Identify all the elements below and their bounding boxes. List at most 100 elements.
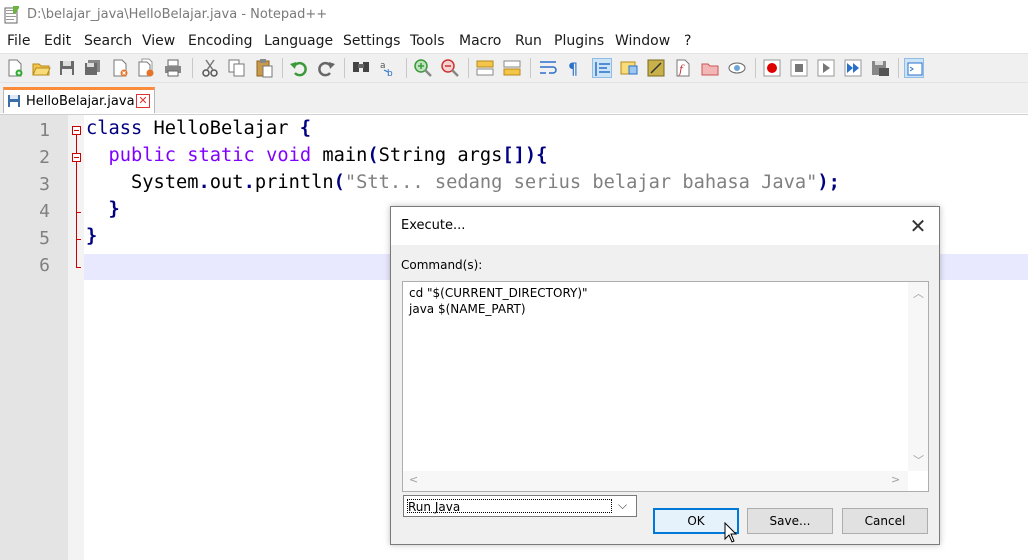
menu-file[interactable]: File: [7, 33, 30, 49]
execute-dialog: Execute... ✕ Command(s): cd "$(CURRENT_D…: [390, 206, 940, 545]
line-number: 2: [39, 147, 50, 168]
fold-toggle-icon[interactable]: [72, 153, 81, 162]
vertical-scrollbar[interactable]: ︿ ﹀: [908, 282, 928, 471]
menu-language[interactable]: Language: [264, 33, 333, 49]
scroll-up-icon[interactable]: ︿: [913, 285, 924, 301]
zoom-in-icon[interactable]: [413, 58, 433, 78]
code-line[interactable]: public static void main(String args[]){: [86, 145, 548, 166]
print-icon[interactable]: [163, 58, 183, 78]
menu-tools[interactable]: Tools: [410, 33, 445, 49]
save-all-icon[interactable]: [83, 58, 103, 78]
menu-help[interactable]: ?: [684, 33, 691, 49]
mouse-cursor-icon: [724, 522, 738, 543]
code-token: .: [198, 172, 210, 193]
redo-icon[interactable]: [316, 58, 336, 78]
saved-file-icon: [8, 95, 20, 107]
line-number-gutter: 1 2 3 4 5 6: [0, 115, 68, 560]
cut-icon[interactable]: [200, 58, 220, 78]
open-file-icon[interactable]: [31, 58, 51, 78]
play-macro-icon[interactable]: [816, 58, 836, 78]
stop-macro-icon[interactable]: [789, 58, 809, 78]
record-macro-icon[interactable]: [762, 58, 782, 78]
horizontal-scrollbar[interactable]: < >: [403, 471, 908, 491]
save-button[interactable]: Save...: [747, 508, 833, 534]
commands-textarea[interactable]: cd "$(CURRENT_DIRECTORY)" java $(NAME_PA…: [402, 281, 929, 492]
fold-toggle-icon[interactable]: [72, 126, 81, 135]
function-list-icon[interactable]: [646, 58, 666, 78]
tab-bar: HelloBelajar.java ✕: [0, 83, 1028, 113]
undo-icon[interactable]: [289, 58, 309, 78]
scroll-right-icon[interactable]: >: [891, 473, 900, 486]
tab-close-icon[interactable]: ✕: [136, 94, 150, 108]
tab-label: HelloBelajar.java: [26, 94, 135, 109]
code-token: main: [311, 145, 368, 166]
sync-horizontal-icon[interactable]: [502, 58, 522, 78]
code-line[interactable]: System.out.println("Stt... sedang serius…: [86, 172, 840, 193]
toolbar-separator: [898, 58, 899, 78]
new-file-icon[interactable]: [5, 58, 25, 78]
cancel-button[interactable]: Cancel: [842, 508, 928, 534]
dialog-title: Execute...: [401, 218, 466, 233]
close-all-icon[interactable]: [136, 58, 156, 78]
saved-command-select[interactable]: Run Java ⌵: [403, 495, 637, 517]
menu-view[interactable]: View: [142, 33, 175, 49]
chevron-down-icon[interactable]: ⌵: [618, 498, 627, 513]
close-file-icon[interactable]: [110, 58, 130, 78]
zoom-out-icon[interactable]: [440, 58, 460, 78]
code-token: String args: [378, 145, 503, 166]
code-token: println: [254, 172, 334, 193]
menu-window[interactable]: Window: [615, 33, 670, 49]
code-token: System: [131, 172, 199, 193]
code-token: );: [817, 172, 840, 193]
tab-hellobelajar-java[interactable]: HelloBelajar.java ✕: [3, 87, 155, 113]
toolbar-separator: [530, 58, 531, 78]
run-macro-multiple-icon[interactable]: [843, 58, 863, 78]
code-token: }: [108, 199, 120, 220]
save-icon[interactable]: [57, 58, 77, 78]
toolbar-separator: [755, 58, 756, 78]
save-macro-icon[interactable]: [870, 58, 890, 78]
folder-workspace-icon[interactable]: f: [673, 58, 693, 78]
menu-edit[interactable]: Edit: [44, 33, 71, 49]
code-line[interactable]: }: [86, 199, 120, 220]
code-token: "Stt... sedang serius belajar bahasa Jav…: [344, 172, 818, 193]
menu-run[interactable]: Run: [515, 33, 542, 49]
menu-search[interactable]: Search: [84, 33, 132, 49]
toolbar-separator: [282, 58, 283, 78]
launch-console-icon[interactable]: [904, 58, 924, 78]
code-line[interactable]: }: [86, 226, 97, 247]
menu-settings[interactable]: Settings: [343, 33, 400, 49]
toolbar: ab ¶ f: [0, 53, 1028, 83]
code-token: HelloBelajar: [142, 118, 300, 139]
monitor-icon[interactable]: [727, 58, 747, 78]
folder-icon[interactable]: [700, 58, 720, 78]
dialog-title-bar: Execute... ✕: [391, 207, 939, 245]
menu-plugins[interactable]: Plugins: [554, 33, 604, 49]
sync-vertical-icon[interactable]: [475, 58, 495, 78]
code-token: (: [367, 145, 379, 166]
line-number: 1: [39, 120, 50, 141]
menu-encoding[interactable]: Encoding: [188, 33, 253, 49]
code-token: out: [209, 172, 244, 193]
paste-icon[interactable]: [254, 58, 274, 78]
copy-icon[interactable]: [227, 58, 247, 78]
menu-macro[interactable]: Macro: [459, 33, 501, 49]
code-line[interactable]: class HelloBelajar {: [86, 118, 311, 139]
replace-icon[interactable]: ab: [378, 58, 398, 78]
scroll-down-icon[interactable]: ﹀: [913, 452, 924, 468]
toolbar-separator: [468, 58, 469, 78]
code-token: .: [243, 172, 255, 193]
window-title: D:\belajar_java\HelloBelajar.java - Note…: [27, 7, 328, 22]
doc-map-icon[interactable]: [619, 58, 639, 78]
word-wrap-icon[interactable]: [538, 58, 558, 78]
indent-guide-icon[interactable]: [592, 58, 612, 78]
close-icon[interactable]: ✕: [901, 215, 935, 239]
show-all-chars-icon[interactable]: ¶: [564, 58, 584, 78]
code-token: static: [187, 145, 255, 166]
menu-bar: File Edit Search View Encoding Language …: [0, 30, 1028, 52]
find-icon[interactable]: [351, 58, 371, 78]
scroll-left-icon[interactable]: <: [409, 473, 418, 486]
